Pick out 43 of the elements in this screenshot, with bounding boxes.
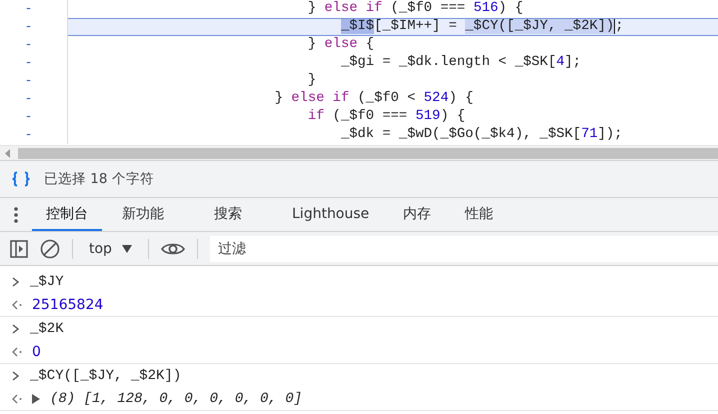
context-dropdown[interactable]: top [85,238,136,258]
code-line: _$dk = _$wD(_$Go(_$k4), _$SK[71]); [340,126,624,144]
selection-status-text: 已选择 18 个字符 [44,170,154,188]
line-gutter-mark: - [0,108,68,126]
input-prompt-icon [12,276,20,286]
horizontal-scrollbar[interactable] [0,145,718,161]
code-line: } else { [306,36,376,54]
expand-triangle-icon[interactable] [32,394,40,404]
sidebar-toggle-icon[interactable] [10,240,28,258]
panel-tab[interactable]: 内存 [389,198,446,231]
command-text: _$JY [30,274,64,290]
code-line: } [306,72,318,90]
code-line: _$gi = _$dk.length < _$SK[4]; [340,54,582,72]
line-gutter-mark: - [0,90,68,108]
more-options-icon[interactable] [14,206,18,222]
line-gutter-mark: - [0,126,68,144]
result-text: 0 [32,344,41,360]
line-gutter-mark: - [0,72,68,90]
input-prompt-icon [12,370,20,380]
scrollbar-thumb[interactable] [18,148,718,159]
filter-input[interactable]: 过滤 [210,236,718,262]
result-text: 25165824 [32,296,104,312]
code-line: if (_$f0 === 519) { [306,108,466,126]
curly-braces-icon[interactable] [10,171,32,187]
line-gutter-mark: - [0,36,68,54]
line-gutter-mark: - [0,0,68,18]
return-value-icon [12,300,22,310]
clear-console-icon[interactable] [40,238,60,258]
panel-tab[interactable]: 新功能 [108,198,178,231]
panel-tab[interactable]: Lighthouse [278,198,384,231]
input-prompt-icon [12,324,20,334]
command-text: _$CY([_$JY, _$2K]) [30,368,182,384]
panel-tab[interactable]: 性能 [451,198,508,231]
eye-icon[interactable] [160,242,185,256]
command-text: _$2K [30,320,64,336]
code-line: } else if (_$f0 === 516) { [306,0,524,18]
line-gutter-mark: - [0,54,68,72]
code-line: } else if (_$f0 < 524) { [274,90,474,108]
caret-icon [122,244,132,252]
panel-tab[interactable]: 搜索 [200,198,256,231]
return-value-icon [12,394,22,404]
return-value-icon [12,346,22,356]
result-text: (8) [1, 128, 0, 0, 0, 0, 0, 0] [50,390,302,406]
